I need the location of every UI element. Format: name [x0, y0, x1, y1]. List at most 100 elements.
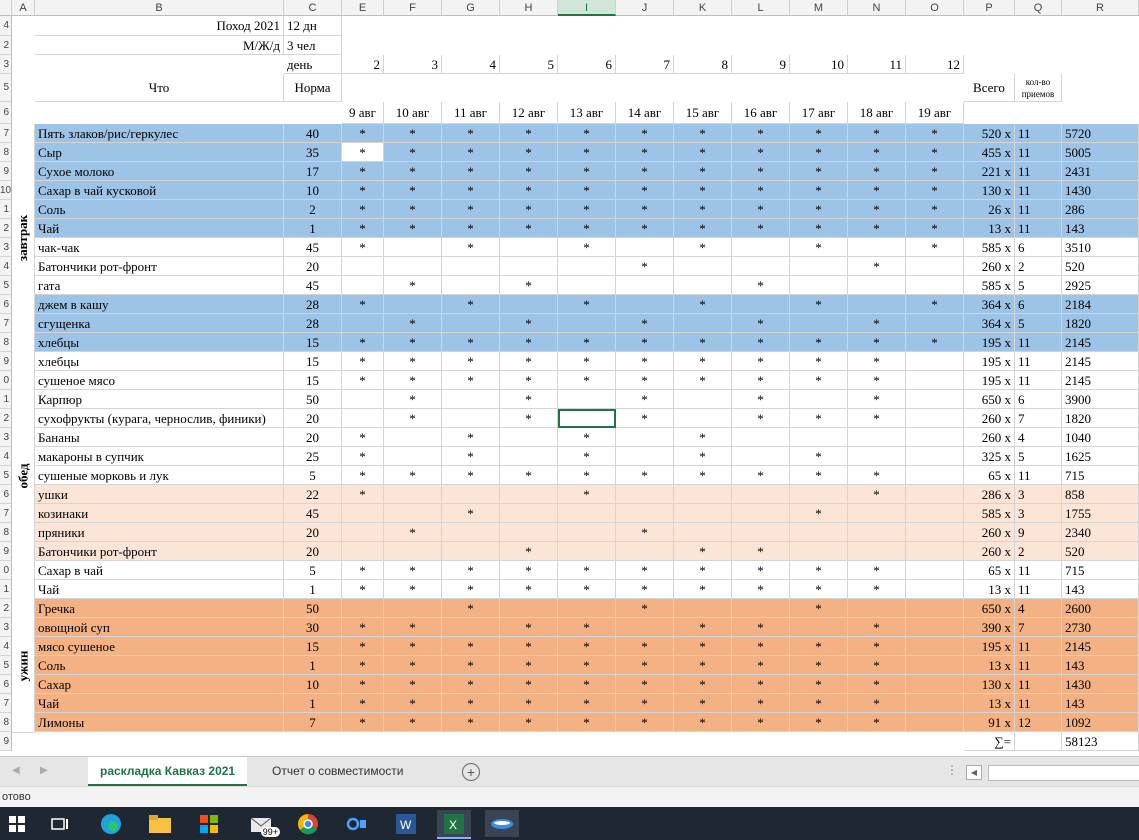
- cell-item-sum[interactable]: 2730: [1062, 618, 1139, 637]
- select-all-corner[interactable]: [0, 0, 12, 16]
- cell-item-count[interactable]: 11: [1015, 561, 1062, 580]
- cell-item-count[interactable]: 5: [1015, 314, 1062, 333]
- cell-item-norm[interactable]: 50: [284, 599, 342, 618]
- cell-date[interactable]: 19 авг: [906, 102, 964, 124]
- cell-day-mark[interactable]: *: [790, 181, 848, 200]
- cell-day-mark[interactable]: [790, 428, 848, 447]
- cell-day-mark[interactable]: *: [342, 333, 384, 352]
- column-header-L[interactable]: L: [732, 0, 790, 16]
- chrome-icon[interactable]: [291, 810, 325, 837]
- cell-day-mark[interactable]: *: [342, 238, 384, 257]
- cell-item-count[interactable]: 11: [1015, 675, 1062, 694]
- cell-day-mark[interactable]: *: [616, 352, 674, 371]
- cell-day-mark[interactable]: *: [732, 390, 790, 409]
- row-header[interactable]: 8: [0, 143, 12, 162]
- cell-item-name[interactable]: Чай: [35, 694, 284, 713]
- cell-day-mark[interactable]: *: [500, 371, 558, 390]
- cell-day-mark[interactable]: *: [674, 371, 732, 390]
- hscroll-left-icon[interactable]: ◀: [966, 765, 982, 780]
- cell-day-mark[interactable]: [384, 428, 442, 447]
- cell-day-mark[interactable]: [906, 428, 964, 447]
- cell-date[interactable]: 18 авг: [848, 102, 906, 124]
- cell-day-mark[interactable]: *: [906, 200, 964, 219]
- cell-day-mark[interactable]: [674, 257, 732, 276]
- cell-item-total[interactable]: 286 x: [964, 485, 1015, 504]
- cell-item-count[interactable]: 2: [1015, 542, 1062, 561]
- column-header-H[interactable]: H: [500, 0, 558, 16]
- cell-day-number[interactable]: 7: [616, 55, 674, 74]
- cell-day-mark[interactable]: *: [558, 333, 616, 352]
- cell-day-mark[interactable]: *: [674, 219, 732, 238]
- cell-day-mark[interactable]: [790, 618, 848, 637]
- cell-day-mark[interactable]: *: [342, 713, 384, 732]
- cell-day-number[interactable]: 3: [384, 55, 442, 74]
- cell-item-count[interactable]: 9: [1015, 523, 1062, 542]
- cell-day-mark[interactable]: *: [442, 219, 500, 238]
- row-header[interactable]: 5: [0, 74, 12, 102]
- cell-day-mark[interactable]: [848, 504, 906, 523]
- cell-day-mark[interactable]: *: [906, 162, 964, 181]
- cell-day-mark[interactable]: *: [500, 219, 558, 238]
- cell-header-count[interactable]: кол-во приемов: [1015, 74, 1062, 102]
- cell-day-mark[interactable]: *: [500, 466, 558, 485]
- cell-day-mark[interactable]: [558, 314, 616, 333]
- cell-day-mark[interactable]: *: [384, 618, 442, 637]
- column-header-P[interactable]: P: [964, 0, 1015, 16]
- cell-day-mark[interactable]: *: [848, 219, 906, 238]
- cell-day-mark[interactable]: *: [342, 181, 384, 200]
- cell-day-mark[interactable]: *: [616, 675, 674, 694]
- row-header[interactable]: 8: [0, 713, 12, 732]
- cell-item-count[interactable]: 11: [1015, 352, 1062, 371]
- cell-day-mark[interactable]: *: [342, 656, 384, 675]
- cell-day-mark[interactable]: *: [342, 561, 384, 580]
- cell-item-total[interactable]: 65 x: [964, 561, 1015, 580]
- cell-day-mark[interactable]: *: [790, 504, 848, 523]
- cell-day-mark[interactable]: [500, 295, 558, 314]
- cell-day-mark[interactable]: [342, 504, 384, 523]
- cell-item-norm[interactable]: 45: [284, 504, 342, 523]
- cell-day-number[interactable]: 8: [674, 55, 732, 74]
- cell-day-mark[interactable]: *: [384, 219, 442, 238]
- cell-day-mark[interactable]: *: [500, 276, 558, 295]
- cell-day-mark[interactable]: [442, 485, 500, 504]
- cell-day-mark[interactable]: *: [342, 447, 384, 466]
- cell-item-norm[interactable]: 50: [284, 390, 342, 409]
- cell-item-count[interactable]: 11: [1015, 694, 1062, 713]
- cell-header-total[interactable]: Всего: [964, 74, 1015, 102]
- cell-day-mark[interactable]: [616, 447, 674, 466]
- cell-day-mark[interactable]: *: [616, 219, 674, 238]
- cell-day-mark[interactable]: *: [384, 523, 442, 542]
- cell-day-mark[interactable]: *: [442, 561, 500, 580]
- cell-day-mark[interactable]: [906, 371, 964, 390]
- cell-day-mark[interactable]: [500, 238, 558, 257]
- cell-item-name[interactable]: Лимоны: [35, 713, 284, 732]
- cell-day-mark[interactable]: *: [558, 618, 616, 637]
- cell-day-mark[interactable]: [674, 599, 732, 618]
- cell-item-total[interactable]: 455 x: [964, 143, 1015, 162]
- cell-day-mark[interactable]: *: [732, 276, 790, 295]
- cell-day-mark[interactable]: [342, 542, 384, 561]
- cell-day-mark[interactable]: *: [848, 390, 906, 409]
- cell-day-mark[interactable]: [384, 504, 442, 523]
- cell-day-mark[interactable]: *: [790, 580, 848, 599]
- row-header[interactable]: 3: [0, 55, 12, 74]
- cell-item-sum[interactable]: 2431: [1062, 162, 1139, 181]
- cell-day-mark[interactable]: *: [342, 200, 384, 219]
- cell-item-count[interactable]: 11: [1015, 124, 1062, 143]
- cell-day-mark[interactable]: *: [384, 371, 442, 390]
- app-icon[interactable]: [485, 810, 519, 837]
- cell-item-name[interactable]: сухофрукты (курага, чернослив, финики): [35, 409, 284, 428]
- cell-item-total[interactable]: 13 x: [964, 219, 1015, 238]
- cell-day-mark[interactable]: *: [500, 637, 558, 656]
- cell-item-count[interactable]: 11: [1015, 637, 1062, 656]
- cell-day-mark[interactable]: *: [848, 257, 906, 276]
- cell-item-name[interactable]: хлебцы: [35, 352, 284, 371]
- cell-day-mark[interactable]: [342, 390, 384, 409]
- cell-day-mark[interactable]: [342, 314, 384, 333]
- cell-day-mark[interactable]: *: [442, 656, 500, 675]
- cell-day-mark[interactable]: [558, 390, 616, 409]
- cell-item-sum[interactable]: 2145: [1062, 637, 1139, 656]
- cell-item-count[interactable]: 6: [1015, 390, 1062, 409]
- cell-day-mark[interactable]: *: [342, 580, 384, 599]
- cell-item-norm[interactable]: 20: [284, 409, 342, 428]
